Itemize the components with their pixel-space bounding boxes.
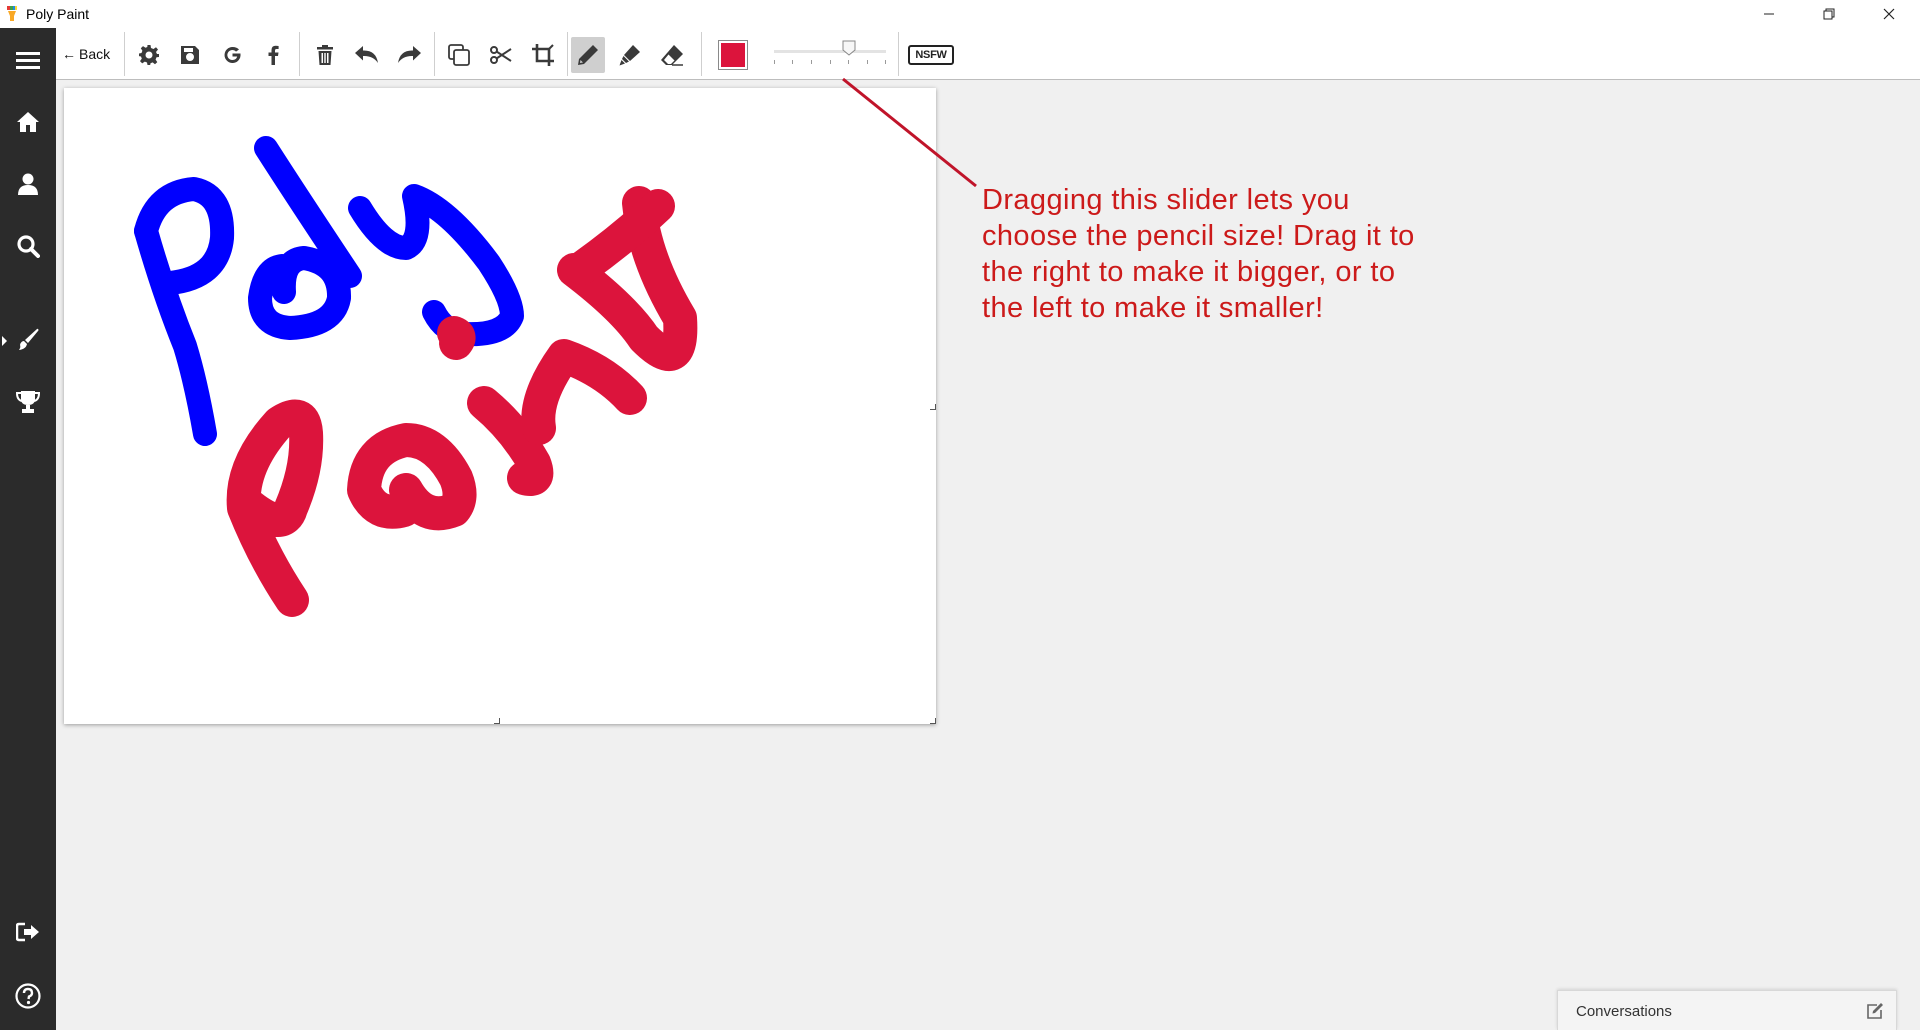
canvas-resize-handle-corner[interactable] [930,718,936,724]
help-icon [15,983,41,1009]
slider-track [774,50,886,53]
color-picker-button[interactable] [718,40,748,70]
slider-tick [811,60,812,64]
cut-button[interactable] [484,37,518,73]
close-icon [1883,8,1895,20]
google-icon [224,47,241,63]
sidebar-item-search[interactable] [0,222,56,270]
user-icon [18,173,38,195]
home-icon [17,112,39,132]
canvas-drawing [134,136,698,617]
close-button[interactable] [1860,0,1918,28]
slider-tick [848,60,849,64]
annotation-callout-text: Dragging this slider lets you choose the… [982,184,1415,324]
back-arrow-icon: ← [62,46,76,62]
slider-tick [867,60,868,64]
sidebar [0,28,56,1030]
save-button[interactable] [173,37,207,73]
conversations-panel[interactable]: Conversations [1557,990,1897,1030]
duplicate-icon [448,44,470,66]
trophy-icon [15,391,41,413]
pencil-tool-button[interactable] [571,37,605,73]
slider-tick [774,60,775,64]
sidebar-item-help[interactable] [0,972,56,1020]
toolbar-divider [299,32,300,76]
sidebar-item-home[interactable] [0,98,56,146]
sidebar-item-logout[interactable] [0,908,56,956]
canvas-resize-handle-right[interactable] [930,404,936,410]
search-icon [17,235,40,258]
restore-icon [1823,8,1835,20]
trash-icon [317,45,333,65]
save-icon [181,46,199,64]
window-title: Poly Paint [26,6,90,22]
sidebar-item-draw[interactable] [0,316,56,364]
toolbar: ← Back NSFW [56,28,1920,80]
redo-icon [398,46,421,63]
toolbar-divider [898,32,899,76]
back-button-label: Back [79,46,111,62]
slider-thumb[interactable] [842,40,856,56]
conversations-label: Conversations [1576,1003,1672,1020]
undo-button[interactable] [350,37,384,73]
sign-out-icon [16,922,39,942]
canvas-resize-handle-bottom[interactable] [494,718,500,724]
crop-button[interactable] [526,37,560,73]
marker-tool-button[interactable] [613,37,647,73]
restore-button[interactable] [1800,0,1858,28]
undo-icon [355,46,378,63]
pencil-icon [578,45,598,65]
paintbrush-icon [19,328,39,350]
minimize-button[interactable] [1740,0,1798,28]
duplicate-button[interactable] [442,37,476,73]
sidebar-item-profile[interactable] [0,160,56,208]
hamburger-icon [16,52,40,69]
marker-icon [619,45,640,66]
toolbar-divider [434,32,435,76]
eraser-tool-button[interactable] [655,37,689,73]
compose-icon[interactable] [1866,1002,1884,1020]
minimize-icon [1764,13,1774,15]
facebook-icon [268,45,279,65]
toolbar-divider [701,32,702,76]
slider-tick [885,60,886,64]
slider-tick [792,60,793,64]
toolbar-divider [124,32,125,76]
toolbar-divider [567,32,568,76]
slider-tick [830,60,831,64]
gear-icon [139,45,159,65]
back-button[interactable]: ← Back [62,44,110,64]
sidebar-item-menu[interactable] [0,36,56,84]
settings-button[interactable] [132,37,166,73]
app-logo-icon [7,6,17,21]
nsfw-toggle-button[interactable]: NSFW [908,45,954,65]
delete-button[interactable] [308,37,342,73]
scissors-icon [490,46,512,64]
sidebar-item-achievements[interactable] [0,378,56,426]
crop-icon [532,44,554,66]
eraser-icon [661,45,683,66]
facebook-share-button[interactable] [256,37,290,73]
google-share-button[interactable] [215,37,249,73]
drawing-poly-strokes [134,136,524,446]
redo-button[interactable] [392,37,426,73]
drawing-canvas[interactable] [64,88,936,724]
window-titlebar: Poly Paint [0,0,1920,28]
current-color-fill [721,43,745,67]
pencil-size-slider[interactable] [766,38,891,70]
